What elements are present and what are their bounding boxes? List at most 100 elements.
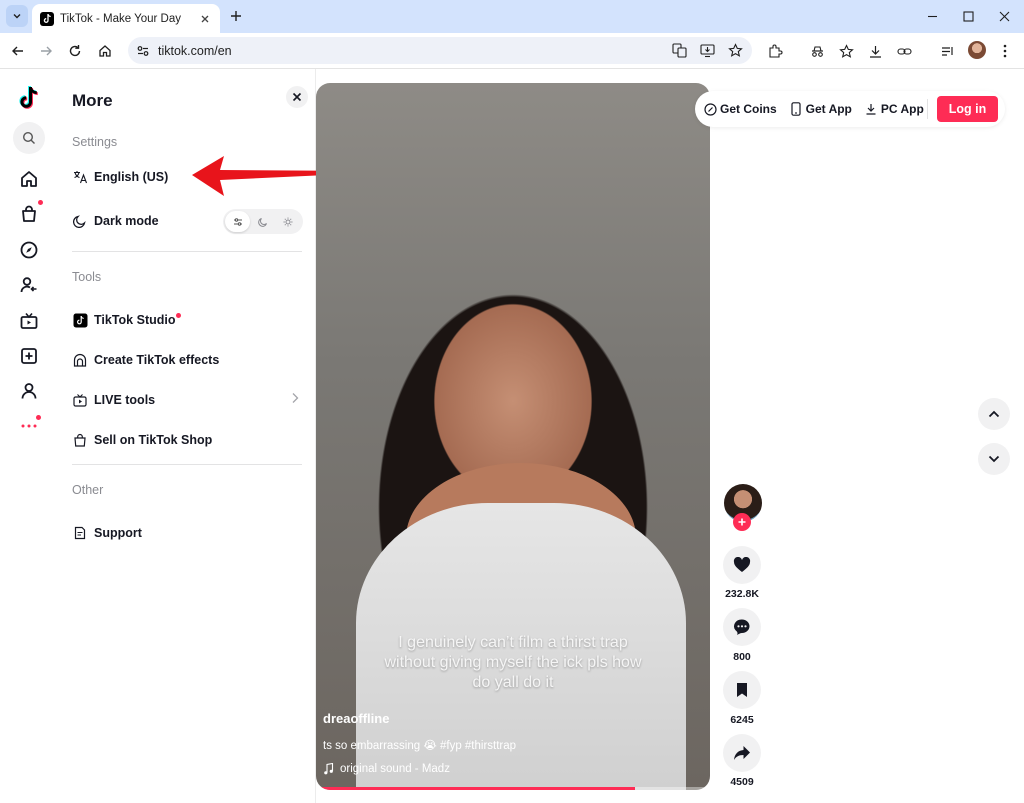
- create-effects-menu-item[interactable]: Create TikTok effects: [72, 348, 302, 372]
- browser-toolbar: tiktok.com/en: [0, 33, 1024, 69]
- incognito-icon[interactable]: [806, 40, 828, 62]
- home-nav-button[interactable]: [14, 164, 44, 194]
- home-icon: [21, 171, 37, 187]
- support-menu-item[interactable]: Support: [72, 521, 302, 545]
- live-tv-icon: [72, 392, 88, 408]
- theme-toggle[interactable]: [223, 209, 303, 234]
- close-window-button[interactable]: [986, 0, 1022, 32]
- moon-icon: [257, 217, 267, 227]
- new-tab-button[interactable]: [226, 6, 246, 26]
- divider: [72, 464, 302, 465]
- following-icon: [20, 277, 37, 293]
- theme-light-option[interactable]: [275, 211, 300, 232]
- tiktok-studio-menu-item[interactable]: TikTok Studio: [72, 308, 302, 332]
- minimize-button[interactable]: [914, 0, 950, 32]
- reload-button[interactable]: [63, 39, 87, 63]
- maximize-icon: [962, 10, 974, 22]
- live-nav-button[interactable]: [14, 306, 44, 336]
- video-author[interactable]: dreaoffline: [323, 711, 389, 726]
- address-bar[interactable]: tiktok.com/en: [128, 37, 752, 64]
- install-app-icon[interactable]: [696, 40, 718, 62]
- panel-title: More: [72, 91, 113, 110]
- chevron-up-icon: [988, 410, 1000, 418]
- coin-icon: [703, 102, 717, 116]
- forward-button[interactable]: [34, 39, 58, 63]
- profile-nav-button[interactable]: [14, 376, 44, 406]
- notification-dot: [176, 312, 182, 318]
- pc-app-button[interactable]: PC App: [864, 102, 924, 116]
- like-button[interactable]: [723, 546, 761, 584]
- live-tv-icon: [20, 312, 38, 329]
- tiktok-studio-label: TikTok Studio: [94, 313, 176, 327]
- live-tools-label: LIVE tools: [94, 393, 156, 407]
- close-icon: [999, 11, 1009, 21]
- video-sound[interactable]: original sound - Madz: [323, 763, 450, 775]
- arrow-left-icon: [12, 46, 23, 56]
- search-button[interactable]: [13, 122, 45, 154]
- theme-dark-option[interactable]: [250, 211, 275, 232]
- settings-section-label: Settings: [72, 135, 118, 149]
- favorites-icon[interactable]: [835, 40, 857, 62]
- profile-avatar[interactable]: [968, 41, 986, 59]
- sound-label: original sound - Madz: [340, 763, 450, 775]
- shop-bag-icon: [22, 205, 36, 222]
- tab-close-icon[interactable]: [198, 12, 212, 26]
- upload-nav-button[interactable]: [14, 341, 44, 371]
- chevron-down-icon: [13, 14, 21, 19]
- tab-search-button[interactable]: [6, 5, 28, 27]
- heart-icon: [733, 557, 751, 572]
- language-label: English (US): [94, 170, 169, 184]
- more-nav-button[interactable]: [14, 411, 44, 441]
- tools-section-label: Tools: [72, 270, 102, 284]
- translate-icon: [72, 169, 88, 185]
- explore-nav-button[interactable]: [14, 235, 44, 265]
- shop-bag-icon: [72, 432, 88, 448]
- get-coins-button[interactable]: Get Coins: [703, 102, 777, 116]
- notification-dot: [38, 200, 43, 205]
- previous-video-button[interactable]: [978, 398, 1010, 430]
- divider: [927, 99, 928, 119]
- tiktok-logo-icon[interactable]: [14, 83, 44, 113]
- following-nav-button[interactable]: [14, 270, 44, 300]
- share-arrow-icon: [734, 746, 750, 760]
- live-tools-menu-item[interactable]: LIVE tools: [72, 388, 302, 412]
- site-settings-icon[interactable]: [132, 40, 154, 62]
- home-icon: [99, 45, 111, 57]
- browser-tab[interactable]: TikTok - Make Your Day: [32, 4, 220, 33]
- plus-icon: [738, 518, 746, 526]
- video-caption: I genuinely can’t film a thirst trap wit…: [384, 634, 642, 691]
- download-icon[interactable]: [864, 40, 886, 62]
- login-button[interactable]: Log in: [937, 96, 998, 122]
- bookmark-star-icon[interactable]: [724, 40, 746, 62]
- profile-icon: [21, 383, 37, 399]
- comment-button[interactable]: [723, 608, 761, 646]
- home-button[interactable]: [93, 39, 117, 63]
- save-button[interactable]: [723, 671, 761, 709]
- sliders-icon: [233, 217, 242, 226]
- video-player[interactable]: I genuinely can’t film a thirst trap wit…: [316, 83, 710, 790]
- shop-nav-button[interactable]: [14, 199, 44, 229]
- music-note-icon: [324, 763, 334, 775]
- compass-icon: [20, 241, 38, 259]
- follow-button[interactable]: [733, 513, 751, 531]
- get-app-button[interactable]: Get App: [789, 102, 852, 116]
- support-label: Support: [94, 526, 142, 540]
- link-icon[interactable]: [893, 40, 915, 62]
- upload-plus-icon: [21, 348, 37, 364]
- maximize-button[interactable]: [950, 0, 986, 32]
- translate-icon[interactable]: [668, 40, 690, 62]
- back-button[interactable]: [6, 39, 30, 63]
- sidebar-rail: [0, 69, 58, 803]
- video-progress-bar[interactable]: [316, 787, 710, 790]
- sell-shop-menu-item[interactable]: Sell on TikTok Shop: [72, 428, 302, 452]
- share-button[interactable]: [723, 734, 761, 772]
- next-video-button[interactable]: [978, 443, 1010, 475]
- reading-list-icon[interactable]: [936, 40, 958, 62]
- reload-icon: [69, 45, 81, 57]
- close-panel-button[interactable]: [286, 86, 308, 108]
- moon-icon: [72, 213, 88, 229]
- browser-menu-icon[interactable]: [994, 40, 1016, 62]
- theme-auto-option[interactable]: [225, 211, 250, 232]
- divider: [72, 251, 302, 252]
- extensions-icon[interactable]: [764, 40, 786, 62]
